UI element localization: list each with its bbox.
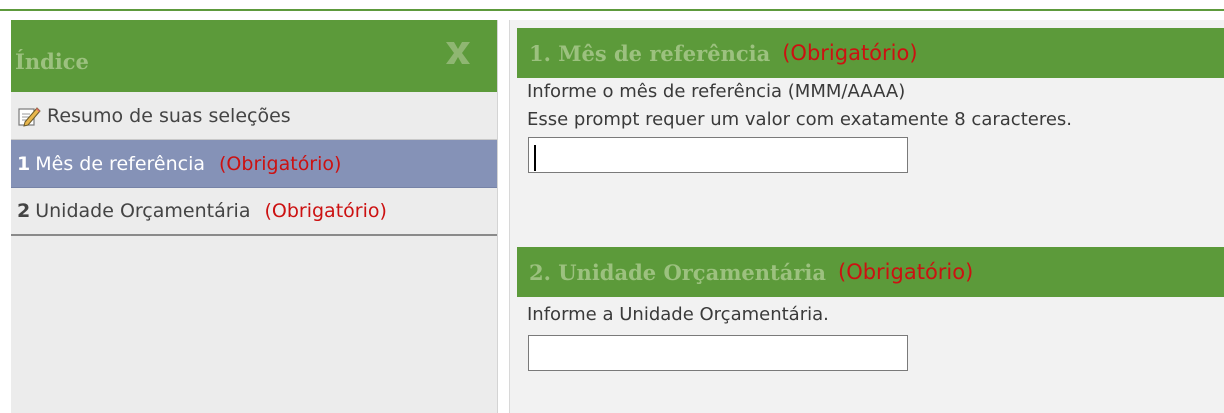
sidebar-item-label: Unidade Orçamentária [35, 200, 251, 222]
item-number: 1 [17, 152, 31, 175]
prompt-description: Informe o mês de referência (MMM/AAAA) [527, 81, 906, 102]
section-mes-referencia: 1. Mês de referência (Obrigatório) Infor… [517, 28, 1224, 173]
prompt-panel: 1. Mês de referência (Obrigatório) Infor… [509, 20, 1224, 413]
sidebar-title: Índice [15, 48, 89, 74]
sidebar-item-unidade-orcamentaria[interactable]: 2 Unidade Orçamentária (Obrigatório) [11, 188, 497, 236]
section-header: 2. Unidade Orçamentária (Obrigatório) [517, 247, 1224, 297]
index-sidebar: Índice Resumo de suas seleções 1 Mês de … [11, 20, 498, 413]
prompt-description: Informe a Unidade Orçamentária. [527, 304, 829, 325]
mes-referencia-input[interactable] [528, 137, 908, 173]
required-badge: (Obrigatório) [838, 260, 974, 284]
sidebar-item-mes-referencia[interactable]: 1 Mês de referência (Obrigatório) [11, 140, 497, 188]
top-divider [0, 9, 1224, 11]
edit-icon [17, 104, 41, 128]
section-title: 1. Mês de referência [529, 40, 771, 66]
item-number: 2 [17, 200, 31, 222]
sidebar-item-label: Resumo de suas seleções [47, 104, 291, 127]
close-icon[interactable] [439, 36, 477, 70]
sidebar-item-summary[interactable]: Resumo de suas seleções [11, 92, 497, 140]
sidebar-header: Índice [11, 20, 497, 92]
sidebar-item-label: Mês de referência [35, 152, 206, 175]
section-title: 2. Unidade Orçamentária [529, 259, 826, 285]
text-cursor [534, 145, 536, 171]
required-badge: (Obrigatório) [782, 41, 918, 65]
required-badge: (Obrigatório) [264, 200, 387, 222]
unidade-orcamentaria-input[interactable] [528, 335, 908, 371]
required-badge: (Obrigatório) [219, 152, 342, 175]
close-x-icon [446, 42, 470, 64]
section-header: 1. Mês de referência (Obrigatório) [517, 28, 1224, 78]
prompt-constraint: Esse prompt requer um valor com exatamen… [527, 109, 1073, 130]
section-unidade-orcamentaria: 2. Unidade Orçamentária (Obrigatório) In… [517, 247, 1224, 371]
